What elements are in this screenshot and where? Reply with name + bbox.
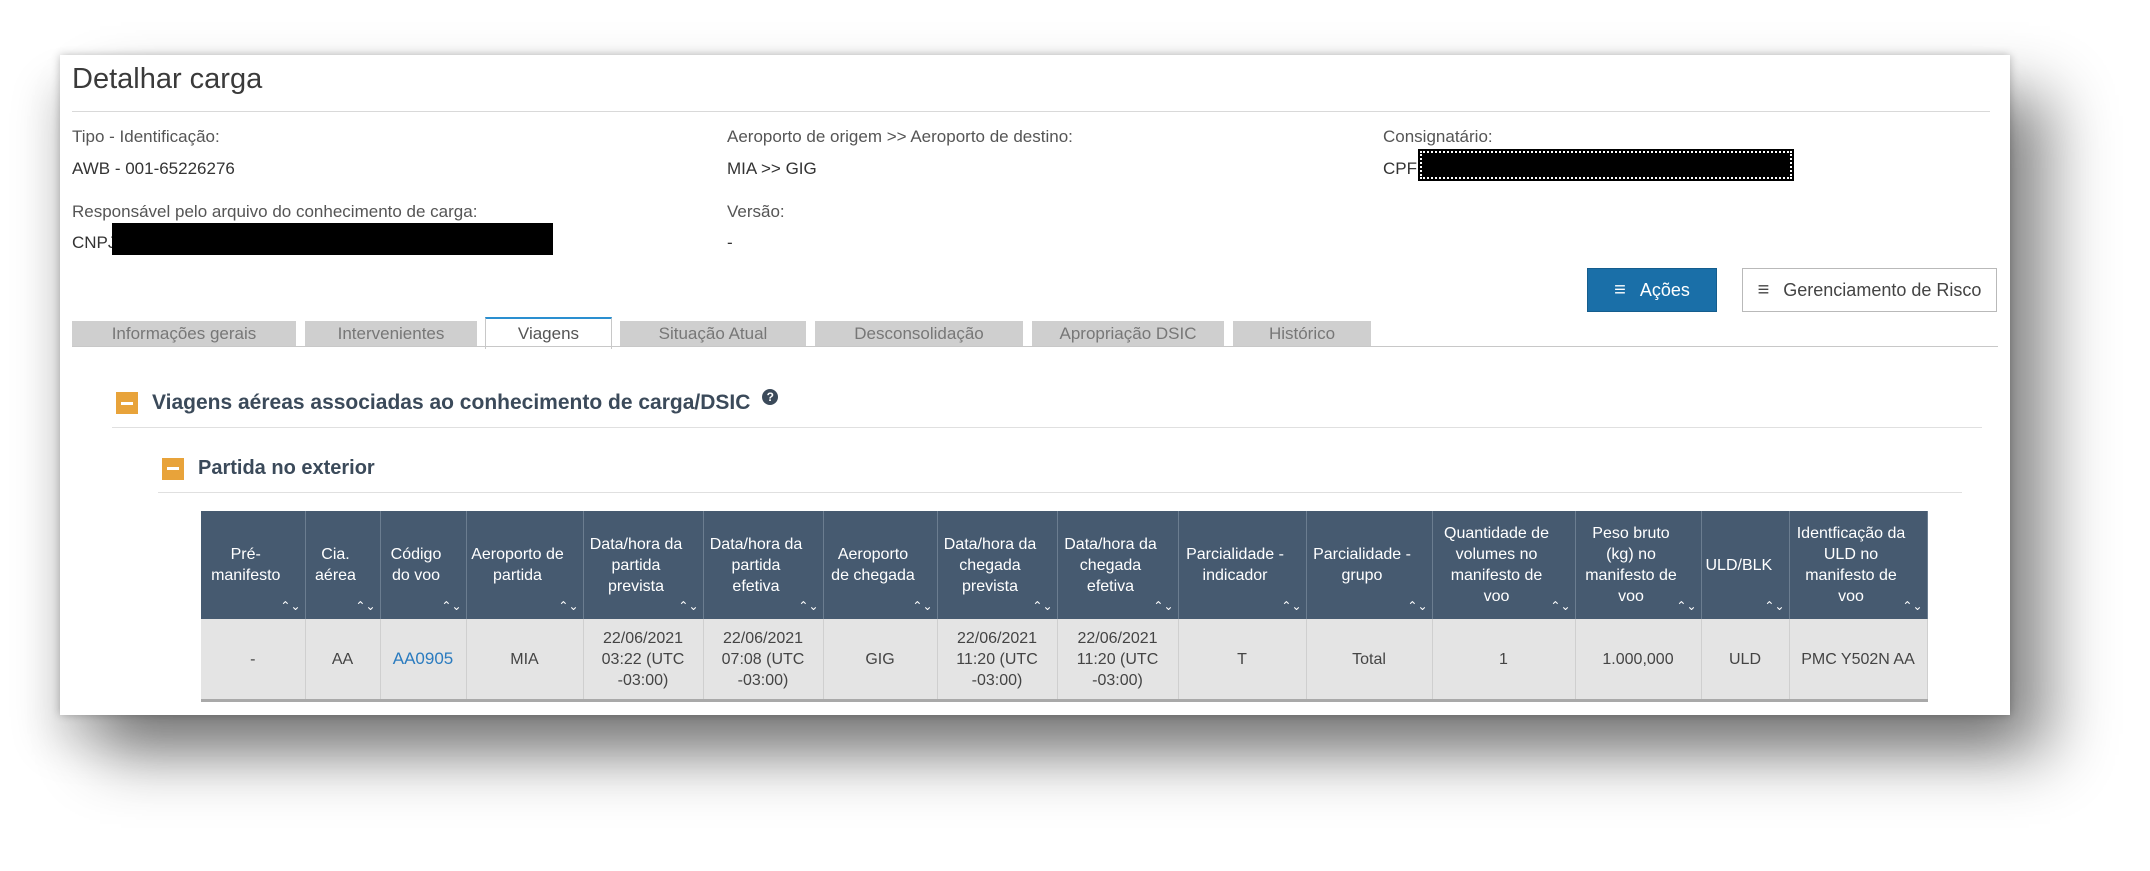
versao-label: Versão: [727, 202, 785, 221]
cell-identificacao-uld: PMC Y502N AA [1789, 619, 1928, 702]
acoes-button[interactable]: ≡ Ações [1587, 268, 1717, 312]
collapse-icon[interactable] [162, 457, 184, 480]
sort-icon[interactable]: ⌃⌄ [558, 600, 578, 612]
cell-parcialidade-grupo: Total [1306, 619, 1433, 702]
title-divider [72, 111, 1990, 112]
consignatario-redaction [1418, 149, 1794, 181]
aeroporto-value: MIA >> GIG [727, 159, 817, 178]
page-title: Detalhar carga [72, 63, 263, 95]
sort-icon[interactable]: ⌃⌄ [1032, 600, 1052, 612]
tab-viagens[interactable]: Viagens [485, 317, 612, 349]
help-icon[interactable]: ? [762, 389, 779, 405]
sort-icon[interactable]: ⌃⌄ [355, 600, 375, 612]
sort-icon[interactable]: ⌃⌄ [1550, 600, 1570, 612]
tab-apropriacao-dsic[interactable]: Apropriação DSIC [1032, 321, 1224, 347]
tab-informacoes-gerais[interactable]: Informações gerais [72, 321, 296, 347]
consignatario-prefix: CPF [1383, 159, 1417, 178]
viagens-section-header: Viagens aéreas associadas ao conheciment… [116, 389, 779, 415]
col-header-cia-aerea[interactable]: Cia. aérea ⌃⌄ [305, 511, 381, 619]
cell-partida-efetiva: 22/06/2021 07:08 (UTC -03:00) [703, 619, 824, 702]
sort-icon[interactable]: ⌃⌄ [1281, 600, 1301, 612]
col-header-uld-blk[interactable]: ULD/BLK ⌃⌄ [1701, 511, 1790, 619]
col-header-chegada-efetiva[interactable]: Data/hora da chegada efetiva ⌃⌄ [1057, 511, 1179, 619]
col-header-partida-prevista[interactable]: Data/hora da partida prevista ⌃⌄ [583, 511, 704, 619]
col-header-aeroporto-chegada[interactable]: Aeroporto de chegada ⌃⌄ [823, 511, 938, 619]
col-header-pre-manifesto[interactable]: Pré-manifesto ⌃⌄ [201, 511, 306, 619]
sort-icon[interactable]: ⌃⌄ [1902, 600, 1922, 612]
flight-code-link[interactable]: AA0905 [393, 649, 454, 668]
tab-desconsolidacao[interactable]: Desconsolidação [815, 321, 1023, 347]
responsavel-label: Responsável pelo arquivo do conhecimento… [72, 202, 478, 221]
consignatario-label: Consignatário: [1383, 127, 1493, 146]
col-header-quantidade-volumes[interactable]: Quantidade de volumes no manifesto de vo… [1432, 511, 1576, 619]
cell-pre-manifesto: - [201, 619, 306, 702]
viagens-table: Pré-manifesto ⌃⌄ Cia. aérea ⌃⌄ Código do v… [201, 511, 1928, 702]
cell-quantidade-volumes: 1 [1432, 619, 1576, 702]
table-header-row: Pré-manifesto ⌃⌄ Cia. aérea ⌃⌄ Código do v… [201, 511, 1928, 619]
col-header-parcialidade-indicador[interactable]: Parcialidade - indicador ⌃⌄ [1178, 511, 1307, 619]
cell-aeroporto-partida: MIA [466, 619, 584, 702]
tabs-divider [72, 346, 1998, 347]
collapse-icon[interactable] [116, 392, 138, 414]
viagens-section-title: Viagens aéreas associadas ao conheciment… [152, 391, 751, 414]
viagens-section-divider [112, 427, 1982, 428]
cell-parcialidade-indicador: T [1178, 619, 1307, 702]
sort-icon[interactable]: ⌃⌄ [280, 600, 300, 612]
col-header-peso-bruto[interactable]: Peso bruto (kg) no manifesto de voo ⌃⌄ [1575, 511, 1702, 619]
tab-intervenientes[interactable]: Intervenientes [305, 321, 477, 347]
sort-icon[interactable]: ⌃⌄ [441, 600, 461, 612]
sort-icon[interactable]: ⌃⌄ [1676, 600, 1696, 612]
cell-partida-prevista: 22/06/2021 03:22 (UTC -03:00) [583, 619, 704, 702]
col-header-codigo-voo[interactable]: Código do voo ⌃⌄ [380, 511, 467, 619]
cell-chegada-efetiva: 22/06/2021 11:20 (UTC -03:00) [1057, 619, 1179, 702]
sort-icon[interactable]: ⌃⌄ [798, 600, 818, 612]
col-header-parcialidade-grupo[interactable]: Parcialidade - grupo ⌃⌄ [1306, 511, 1433, 619]
cell-peso-bruto: 1.000,000 [1575, 619, 1702, 702]
col-header-partida-efetiva[interactable]: Data/hora da partida efetiva ⌃⌄ [703, 511, 824, 619]
cell-chegada-prevista: 22/06/2021 11:20 (UTC -03:00) [937, 619, 1058, 702]
menu-icon: ≡ [1757, 279, 1770, 301]
gerenciamento-risco-button[interactable]: ≡ Gerenciamento de Risco [1742, 268, 1997, 312]
sort-icon[interactable]: ⌃⌄ [678, 600, 698, 612]
aeroporto-label: Aeroporto de origem >> Aeroporto de dest… [727, 127, 1073, 146]
table-row: - AA AA0905 MIA 22/06/2021 03:22 (UTC -0… [201, 619, 1928, 702]
col-header-chegada-prevista[interactable]: Data/hora da chegada prevista ⌃⌄ [937, 511, 1058, 619]
menu-icon: ≡ [1614, 279, 1626, 301]
gerenciamento-button-label: Gerenciamento de Risco [1783, 279, 1982, 300]
cell-codigo-voo: AA0905 [380, 619, 467, 702]
tab-situacao-atual[interactable]: Situação Atual [620, 321, 806, 347]
responsavel-redaction [112, 223, 553, 255]
versao-value: - [727, 233, 733, 252]
tipo-label: Tipo - Identificação: [72, 127, 220, 146]
sort-icon[interactable]: ⌃⌄ [1153, 600, 1173, 612]
tab-bar: Informações gerais Intervenientes Viagen… [72, 317, 1992, 349]
cell-aeroporto-chegada: GIG [823, 619, 938, 702]
sort-icon[interactable]: ⌃⌄ [1407, 600, 1427, 612]
partida-section-title: Partida no exterior [198, 457, 375, 479]
col-header-aeroporto-partida[interactable]: Aeroporto de partida ⌃⌄ [466, 511, 584, 619]
partida-section-header: Partida no exterior [162, 457, 375, 480]
acoes-button-label: Ações [1639, 279, 1690, 300]
tipo-value: AWB - 001-65226276 [72, 159, 235, 178]
cell-uld-blk: ULD [1701, 619, 1790, 702]
detail-panel: Detalhar carga Tipo - Identificação: AWB… [60, 55, 2010, 715]
col-header-identificacao-uld[interactable]: Identficação da ULD no manifesto de voo ⌃… [1789, 511, 1928, 619]
sort-icon[interactable]: ⌃⌄ [1764, 600, 1784, 612]
sort-icon[interactable]: ⌃⌄ [912, 600, 932, 612]
partida-section-divider [158, 492, 1962, 493]
responsavel-prefix: CNPJ [72, 233, 117, 252]
cell-cia-aerea: AA [305, 619, 381, 702]
tab-historico[interactable]: Histórico [1233, 321, 1371, 347]
